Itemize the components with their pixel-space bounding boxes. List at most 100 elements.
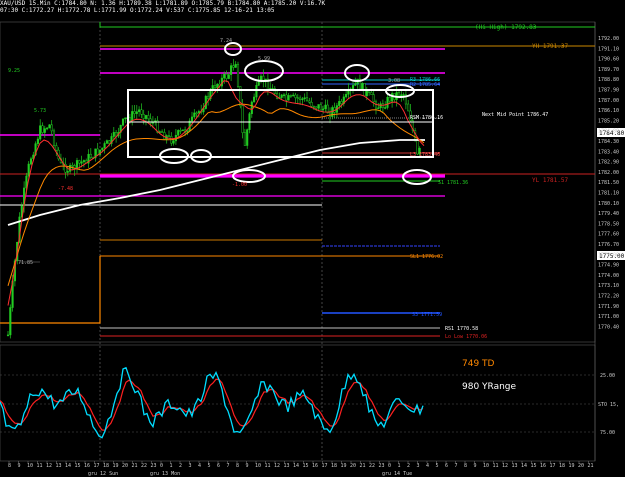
time-axis-label: 21 [588,463,594,469]
s1-label: S1 1781.36 [438,180,468,186]
time-axis-label: 16 [312,463,318,469]
candle-body [340,101,343,104]
candle-body [89,153,92,158]
ma-red-line [7,80,425,306]
time-axis-label: 8 [236,463,239,469]
candle-body [287,95,290,101]
candle-body [365,90,368,97]
price-axis-label: 1781.50 [598,180,619,186]
candle-body [253,96,256,103]
td-label: 749 TD [462,359,495,369]
candle-body [80,161,83,164]
candle-body [315,106,318,109]
candle-body [317,104,320,109]
price-axis-label: 1779.40 [598,211,619,217]
candle-body [193,112,196,118]
time-axis-label: 5 [208,463,211,469]
candle-body [50,124,53,132]
candle-body [112,132,115,137]
time-axis-label: 18 [103,463,109,469]
price-axis-label: 1782.00 [598,170,619,176]
time-axis-label: 16 [540,463,546,469]
candle-body [213,85,217,89]
price-axis-label: 1784.80 [598,129,619,135]
time-axis-label: 5 [436,463,439,469]
candle-body [386,97,389,108]
candle-body [6,334,10,337]
candle-body [167,135,171,137]
time-axis-label: 19 [341,463,347,469]
candle-body [9,307,12,336]
price-axis-label: 1784.30 [598,139,619,145]
candle-body [243,132,246,146]
candle-body [69,164,72,172]
candle-body [280,94,283,98]
time-axis-label: 12 [502,463,508,469]
price-axis-label: 1774.90 [598,263,619,269]
lo-low-label: Lo Low 1770.06 [445,334,487,340]
time-axis-label: 15 [303,463,309,469]
candle-body [105,140,108,144]
time-axis-label: 20 [350,463,356,469]
price-axis-label: 1770.40 [598,324,619,330]
stoch-d-line [0,378,424,431]
price-chart[interactable]: (Hi High) 1792.83 YH 1791.37 R3 1786.66 … [0,0,625,477]
yrange-label: 980 YRange [462,382,517,392]
time-axis-label: 7 [227,463,230,469]
price-axis-label: 1786.10 [598,108,619,114]
mid-label-d: -1.00 [232,182,247,188]
time-axis-label: 8 [8,463,11,469]
time-axis-label: 10 [27,463,33,469]
candle-body [282,94,286,97]
time-axis-label: 15 [531,463,537,469]
candle-body [345,94,348,98]
time-axis-label: 1 [398,463,401,469]
candle-body [52,130,56,146]
candle-body [310,102,313,107]
candle-body [128,117,131,122]
time-axis-label: 6 [445,463,448,469]
next-mid-label: Next Mid Point 1786.47 [482,112,548,118]
price-axis-label: 1777.60 [598,232,619,238]
candle-body [46,127,49,130]
time-axis-label: 13 [284,463,290,469]
candle-body [370,92,373,95]
time-axis-label: 21 [132,463,138,469]
candle-body [39,125,42,140]
candle-body [246,129,249,146]
candle-body [190,116,194,122]
price-axis-label: 1774.00 [598,273,619,279]
time-axis-label: 8 [464,463,467,469]
time-axis-label: 20 [578,463,584,469]
price-axis-label: 1789.70 [598,67,619,73]
candle-body [368,90,371,93]
candle-body [384,107,387,109]
candle-body [186,130,189,133]
candle-body [101,147,104,151]
time-axis-label: 4 [426,463,429,469]
candle-body [227,74,230,79]
time-axis-label: 21 [360,463,366,469]
candle-body [172,140,175,144]
candle-body [377,107,380,110]
price-axis-label: 1781.10 [598,191,619,197]
candle-body [147,115,150,120]
candle-body [388,97,391,102]
candle-body [303,97,306,100]
candle-body [108,140,111,144]
time-axis-label: 19 [569,463,575,469]
candle-body [140,109,143,115]
candle-body [223,73,226,79]
candle-body [142,114,145,119]
time-axis-label: 13 [512,463,518,469]
time-axis-label: 11 [493,463,499,469]
hi-high-label: (Hi High) 1792.83 [475,24,537,31]
time-axis-label: 6 [217,463,220,469]
time-axis-label: 11 [37,463,43,469]
candle-body [250,101,253,114]
candle-body [322,108,325,111]
price-axis-label: 1782.90 [598,160,619,166]
price-axis-label: 1792.00 [598,36,619,42]
price-axis-label: 1785.20 [598,118,619,124]
date-label-sun: gru 12 Sun [88,471,118,477]
